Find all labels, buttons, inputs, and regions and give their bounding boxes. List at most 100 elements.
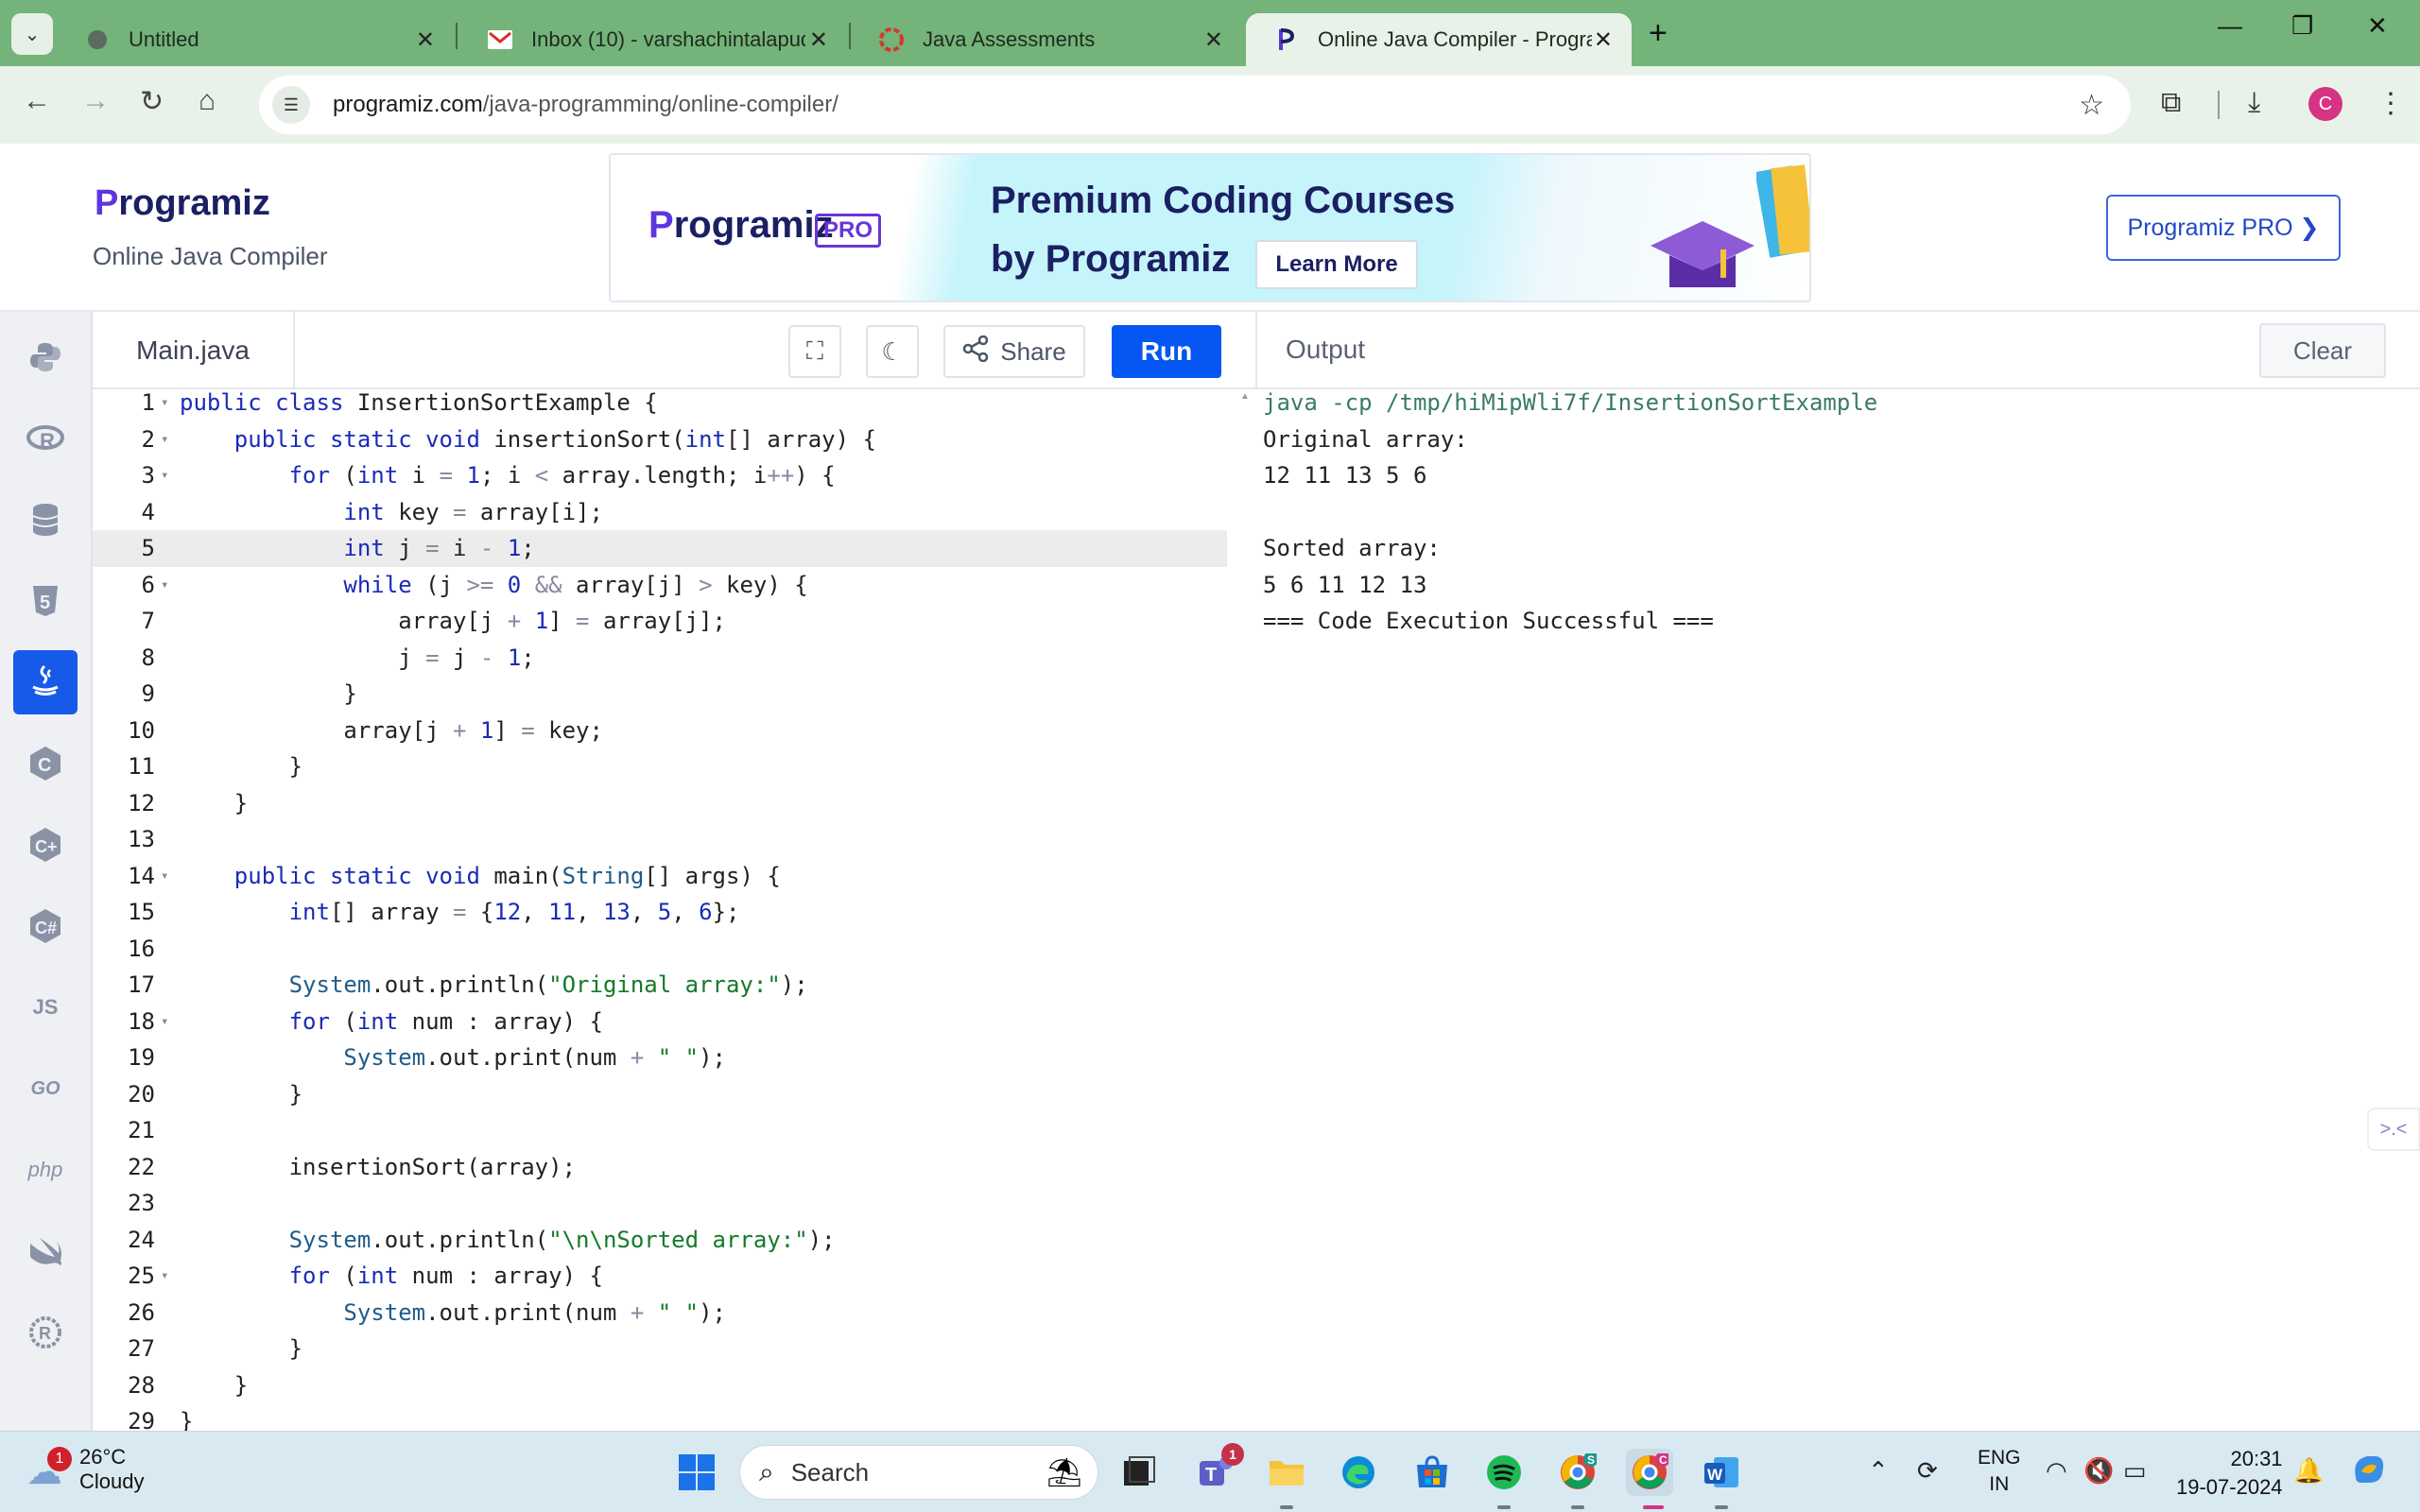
code-line[interactable]: 17 System.out.println("Original array:")… — [93, 967, 1227, 1004]
fold-arrow-icon[interactable]: ▾ — [155, 1268, 180, 1283]
feedback-toggle[interactable]: >.< — [2367, 1108, 2420, 1151]
tab-search-button[interactable]: ⌄ — [11, 13, 53, 55]
code-line[interactable]: 23 — [93, 1185, 1227, 1222]
site-info-button[interactable]: ☰ — [272, 86, 310, 124]
close-tab-icon[interactable]: ✕ — [1204, 26, 1223, 54]
rust-icon[interactable]: R — [13, 1300, 78, 1365]
code-line[interactable]: 5 int j = i - 1; — [93, 530, 1227, 567]
code-line[interactable]: 18 ▾ for (int num : array) { — [93, 1004, 1227, 1040]
input-language[interactable]: ENG IN — [1978, 1445, 2021, 1498]
code-line[interactable]: 19 System.out.print(num + " "); — [93, 1040, 1227, 1076]
code-line[interactable]: 28 } — [93, 1367, 1227, 1404]
programiz-logo[interactable]: Programiz — [95, 183, 270, 224]
code-line[interactable]: 14 ▾ public static void main(String[] arg… — [93, 858, 1227, 895]
java-icon[interactable] — [13, 650, 78, 714]
code-line[interactable]: 11 } — [93, 748, 1227, 785]
browser-tab[interactable]: Java Assessments ✕ — [851, 13, 1242, 66]
clear-button[interactable]: Clear — [2259, 323, 2386, 378]
browser-tab[interactable]: Inbox (10) - varshachintalapudi ✕ — [459, 13, 847, 66]
html5-icon[interactable]: 5 — [13, 569, 78, 633]
fold-arrow-icon[interactable]: ▾ — [155, 468, 180, 483]
taskbar-search[interactable]: ⌕ Search ⛱ — [739, 1445, 1098, 1500]
show-hidden-icons-button[interactable]: ⌃ — [1868, 1456, 1889, 1486]
start-button[interactable] — [673, 1449, 720, 1496]
cpp-icon[interactable]: C+ — [13, 813, 78, 877]
code-line[interactable]: 4 int key = array[i]; — [93, 494, 1227, 531]
promo-banner[interactable]: Programiz PRO Premium Coding Courses by … — [609, 153, 1811, 302]
fold-arrow-icon[interactable]: ▾ — [155, 395, 180, 410]
speaker-muted-icon[interactable]: 🔇 — [2083, 1456, 2114, 1486]
more-menu-icon[interactable]: ⋮ — [2377, 87, 2405, 120]
javascript-icon[interactable]: JS — [13, 975, 78, 1040]
url-text[interactable]: programiz.com/java-programming/online-co… — [333, 92, 838, 118]
notification-bell-icon[interactable]: 🔔 — [2293, 1456, 2324, 1486]
fold-arrow-icon[interactable]: ▾ — [155, 432, 180, 447]
code-line[interactable]: 26 System.out.print(num + " "); — [93, 1295, 1227, 1332]
code-line[interactable]: 21 — [93, 1112, 1227, 1149]
battery-icon[interactable]: ▭ — [2123, 1456, 2147, 1486]
code-line[interactable]: 24 System.out.println("\n\nSorted array:… — [93, 1222, 1227, 1259]
code-line[interactable]: 16 — [93, 931, 1227, 968]
editor-scrollbar[interactable]: ▲ — [1238, 389, 1253, 1431]
swift-icon[interactable] — [13, 1219, 78, 1283]
browser-tab[interactable]: Untitled ✕ — [57, 13, 454, 66]
spotify-icon[interactable] — [1480, 1449, 1528, 1496]
code-line[interactable]: 3 ▾ for (int i = 1; i < array.length; i++… — [93, 457, 1227, 494]
task-view-button[interactable] — [1115, 1449, 1163, 1496]
close-window-button[interactable]: ✕ — [2367, 11, 2388, 41]
bookmark-star-icon[interactable]: ☆ — [2079, 89, 2104, 122]
fold-arrow-icon[interactable]: ▾ — [155, 577, 180, 593]
copilot-icon[interactable] — [2348, 1449, 2390, 1497]
programiz-pro-button[interactable]: Programiz PRO ❯ — [2106, 195, 2341, 261]
system-clock[interactable]: 20:31 19-07-2024 — [2176, 1445, 2283, 1502]
chrome-profile-c-icon[interactable]: C — [1626, 1449, 1673, 1496]
go-icon[interactable]: GO — [13, 1057, 78, 1121]
edge-icon[interactable] — [1335, 1449, 1382, 1496]
python-icon[interactable] — [13, 325, 78, 389]
extensions-icon[interactable]: ⧉ — [2161, 87, 2181, 119]
download-icon[interactable]: ⤓ — [2248, 87, 2260, 119]
back-button[interactable]: ← — [23, 85, 51, 117]
file-tab[interactable]: Main.java — [93, 312, 295, 389]
code-line[interactable]: 15 int[] array = {12, 11, 13, 5, 6}; — [93, 894, 1227, 931]
fullscreen-button[interactable]: ⛶ — [788, 325, 841, 378]
code-line[interactable]: 22 insertionSort(array); — [93, 1149, 1227, 1186]
teams-icon[interactable]: T1 — [1191, 1443, 1244, 1496]
dark-mode-button[interactable]: ☾ — [866, 325, 919, 378]
c-language-icon[interactable]: C — [13, 731, 78, 796]
code-line[interactable]: 7 array[j + 1] = array[j]; — [93, 603, 1227, 640]
close-tab-icon[interactable]: ✕ — [1594, 26, 1613, 54]
microsoft-store-icon[interactable] — [1409, 1449, 1456, 1496]
close-tab-icon[interactable]: ✕ — [416, 26, 435, 54]
word-icon[interactable]: W — [1698, 1449, 1745, 1496]
profile-avatar[interactable]: C — [2308, 87, 2342, 121]
code-line[interactable]: 12 } — [93, 785, 1227, 822]
close-tab-icon[interactable]: ✕ — [809, 26, 828, 54]
reload-button[interactable]: ↻ — [140, 85, 164, 118]
code-editor[interactable]: 1 ▾ public class InsertionSortExample {2 ▾ … — [93, 389, 1227, 1431]
sync-icon[interactable]: ⟳ — [1917, 1456, 1938, 1486]
r-language-icon[interactable]: R — [13, 406, 78, 471]
chrome-profile-s-icon[interactable]: S — [1554, 1449, 1601, 1496]
code-line[interactable]: 10 array[j + 1] = key; — [93, 713, 1227, 749]
fold-arrow-icon[interactable]: ▾ — [155, 868, 180, 884]
run-button[interactable]: Run — [1112, 325, 1221, 378]
forward-button[interactable]: → — [81, 85, 110, 117]
address-bar[interactable]: ☰ programiz.com/java-programming/online-… — [259, 76, 2131, 134]
code-line[interactable]: 27 } — [93, 1331, 1227, 1367]
file-explorer-icon[interactable] — [1263, 1449, 1310, 1496]
browser-tab-active[interactable]: Online Java Compiler - Program ✕ — [1246, 13, 1632, 66]
php-icon[interactable]: php — [13, 1138, 78, 1202]
csharp-icon[interactable]: C# — [13, 894, 78, 958]
code-line[interactable]: 13 — [93, 821, 1227, 858]
code-line[interactable]: 8 j = j - 1; — [93, 640, 1227, 677]
code-line[interactable]: 25 ▾ for (int num : array) { — [93, 1258, 1227, 1295]
code-line[interactable]: 20 } — [93, 1076, 1227, 1113]
fold-arrow-icon[interactable]: ▾ — [155, 1014, 180, 1029]
sql-database-icon[interactable] — [13, 488, 78, 552]
code-line[interactable]: 6 ▾ while (j >= 0 && array[j] > key) { — [93, 567, 1227, 604]
new-tab-button[interactable]: + — [1649, 15, 1668, 52]
code-line[interactable]: 2 ▾ public static void insertionSort(int[… — [93, 421, 1227, 458]
weather-widget[interactable]: ☁ 1 26°C Cloudy — [26, 1445, 144, 1494]
wifi-icon[interactable]: ◠ — [2046, 1456, 2067, 1486]
